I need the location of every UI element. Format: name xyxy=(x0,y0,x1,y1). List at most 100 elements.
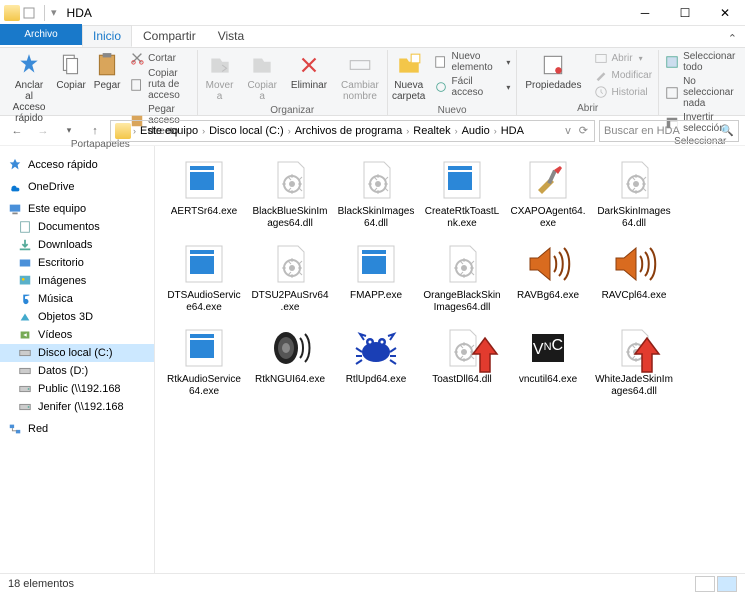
file-item[interactable]: DTSAudioService64.exe xyxy=(163,236,245,318)
minimize-button[interactable]: ─ xyxy=(625,0,665,26)
open-button[interactable]: Abrir▾ xyxy=(592,50,655,66)
pin-quick-access-button[interactable]: Anclar al Acceso rápido xyxy=(8,50,50,126)
select-all-button[interactable]: Seleccionar todo xyxy=(663,50,737,74)
history-button[interactable]: Historial xyxy=(592,84,655,100)
address-dropdown-icon[interactable]: v xyxy=(561,125,575,137)
file-item[interactable]: DTSU2PAuSrv64.exe xyxy=(249,236,331,318)
crumb[interactable]: Audio xyxy=(458,125,494,137)
qat-down-icon[interactable]: ▾ xyxy=(51,6,57,19)
file-name: DTSAudioService64.exe xyxy=(165,290,243,314)
crumb[interactable]: Este equipo xyxy=(136,125,202,137)
sidebar-item[interactable]: Escritorio xyxy=(0,254,154,272)
file-name: RtkNGUI64.exe xyxy=(255,374,325,386)
file-item[interactable]: RtkAudioService64.exe xyxy=(163,320,245,402)
file-item[interactable]: RtkNGUI64.exe xyxy=(249,320,331,402)
file-item[interactable]: CreateRtkToastLnk.exe xyxy=(421,152,503,234)
tab-file[interactable]: Archivo xyxy=(0,24,82,45)
sidebar-quick-access[interactable]: Acceso rápido xyxy=(0,156,154,174)
paste-button[interactable]: Pegar xyxy=(92,50,122,93)
file-item[interactable]: FMAPP.exe xyxy=(335,236,417,318)
file-name: AERTSr64.exe xyxy=(171,206,238,218)
sidebar-network[interactable]: Red xyxy=(0,420,154,438)
file-view[interactable]: AERTSr64.exe BlackBlueSkinImages64.dll Bla… xyxy=(155,146,745,573)
up-button[interactable]: ↑ xyxy=(84,120,106,142)
file-icon xyxy=(438,240,486,288)
file-item[interactable]: RAVCpl64.exe xyxy=(593,236,675,318)
refresh-button[interactable]: ⟳ xyxy=(575,124,592,137)
tab-home[interactable]: Inicio xyxy=(82,25,132,47)
file-item[interactable]: RAVBg64.exe xyxy=(507,236,589,318)
sidebar-item[interactable]: Downloads xyxy=(0,236,154,254)
crumb[interactable]: Disco local (C:) xyxy=(205,125,288,137)
file-item[interactable]: BlackSkinImages64.dll xyxy=(335,152,417,234)
sidebar-onedrive[interactable]: OneDrive xyxy=(0,178,154,196)
item-count: 18 elementos xyxy=(8,578,74,590)
ribbon-collapse-button[interactable]: ⌃ xyxy=(720,30,745,47)
easy-access-button[interactable]: Fácil acceso▾ xyxy=(432,75,513,99)
properties-button[interactable]: Propiedades xyxy=(521,50,585,93)
rename-button[interactable]: Cambiar nombre xyxy=(337,50,383,104)
file-icon xyxy=(266,324,314,372)
file-item[interactable]: RtlUpd64.exe xyxy=(335,320,417,402)
new-folder-button[interactable]: Nueva carpeta xyxy=(392,50,426,104)
file-name: BlackSkinImages64.dll xyxy=(337,206,415,230)
cut-button[interactable]: Cortar xyxy=(128,50,193,66)
copy-path-button[interactable]: Copiar ruta de acceso xyxy=(128,67,193,102)
modify-button[interactable]: Modificar xyxy=(592,67,655,83)
file-item[interactable]: BlackBlueSkinImages64.dll xyxy=(249,152,331,234)
forward-button[interactable]: → xyxy=(32,120,54,142)
file-icon xyxy=(180,324,228,372)
new-item-button[interactable]: Nuevo elemento▾ xyxy=(432,50,513,74)
file-icon xyxy=(352,324,400,372)
annotation-arrow-icon xyxy=(465,336,505,376)
sidebar-item[interactable]: Jenifer (\\192.168 xyxy=(0,398,154,416)
sidebar-item[interactable]: Disco local (C:) xyxy=(0,344,154,362)
crumb[interactable]: Realtek xyxy=(409,125,454,137)
sidebar-item[interactable]: Datos (D:) xyxy=(0,362,154,380)
sidebar-item[interactable]: Public (\\192.168 xyxy=(0,380,154,398)
file-name: RAVCpl64.exe xyxy=(602,290,667,302)
sidebar-item[interactable]: Documentos xyxy=(0,218,154,236)
crumb[interactable]: Archivos de programa xyxy=(291,125,407,137)
back-button[interactable]: ← xyxy=(6,120,28,142)
view-icons-button[interactable] xyxy=(717,576,737,592)
file-item[interactable]: DarkSkinImages64.dll xyxy=(593,152,675,234)
file-name: CreateRtkToastLnk.exe xyxy=(423,206,501,230)
ribbon: Anclar al Acceso rápido Copiar Pegar Cor… xyxy=(0,48,745,116)
tab-view[interactable]: Vista xyxy=(207,25,255,47)
sidebar-this-pc[interactable]: Este equipo xyxy=(0,200,154,218)
search-input[interactable]: Buscar en HDA 🔍 xyxy=(599,120,739,142)
file-icon xyxy=(266,156,314,204)
file-item[interactable]: VNCvncutil64.exe xyxy=(507,320,589,402)
move-to-button[interactable]: Mover a xyxy=(202,50,238,104)
address-bar[interactable]: › Este equipo› Disco local (C:)› Archivo… xyxy=(110,120,595,142)
file-item[interactable]: AERTSr64.exe xyxy=(163,152,245,234)
copy-to-button[interactable]: Copiar a xyxy=(243,50,280,104)
file-item[interactable]: CXAPOAgent64.exe xyxy=(507,152,589,234)
select-none-button[interactable]: No seleccionar nada xyxy=(663,75,737,110)
sidebar: Acceso rápido OneDrive Este equipo Docum… xyxy=(0,146,155,573)
window-title: HDA xyxy=(67,6,92,20)
file-icon xyxy=(180,156,228,204)
sidebar-item[interactable]: Vídeos xyxy=(0,326,154,344)
file-item[interactable]: OrangeBlackSkinImages64.dll xyxy=(421,236,503,318)
sidebar-item[interactable]: Imágenes xyxy=(0,272,154,290)
view-details-button[interactable] xyxy=(695,576,715,592)
copy-button[interactable]: Copiar xyxy=(56,50,86,93)
delete-button[interactable]: Eliminar xyxy=(287,50,331,93)
file-icon xyxy=(610,156,658,204)
close-button[interactable]: ✕ xyxy=(705,0,745,26)
crumb[interactable]: HDA xyxy=(497,125,528,137)
sidebar-item[interactable]: Objetos 3D xyxy=(0,308,154,326)
qat-new-icon[interactable] xyxy=(22,5,38,21)
recent-button[interactable]: ▾ xyxy=(58,120,80,142)
sidebar-item[interactable]: Música xyxy=(0,290,154,308)
file-icon xyxy=(438,156,486,204)
file-icon xyxy=(266,240,314,288)
search-icon: 🔍 xyxy=(720,124,734,137)
file-icon xyxy=(352,240,400,288)
maximize-button[interactable]: ☐ xyxy=(665,0,705,26)
tab-share[interactable]: Compartir xyxy=(132,25,207,47)
file-icon xyxy=(524,156,572,204)
file-name: BlackBlueSkinImages64.dll xyxy=(251,206,329,230)
